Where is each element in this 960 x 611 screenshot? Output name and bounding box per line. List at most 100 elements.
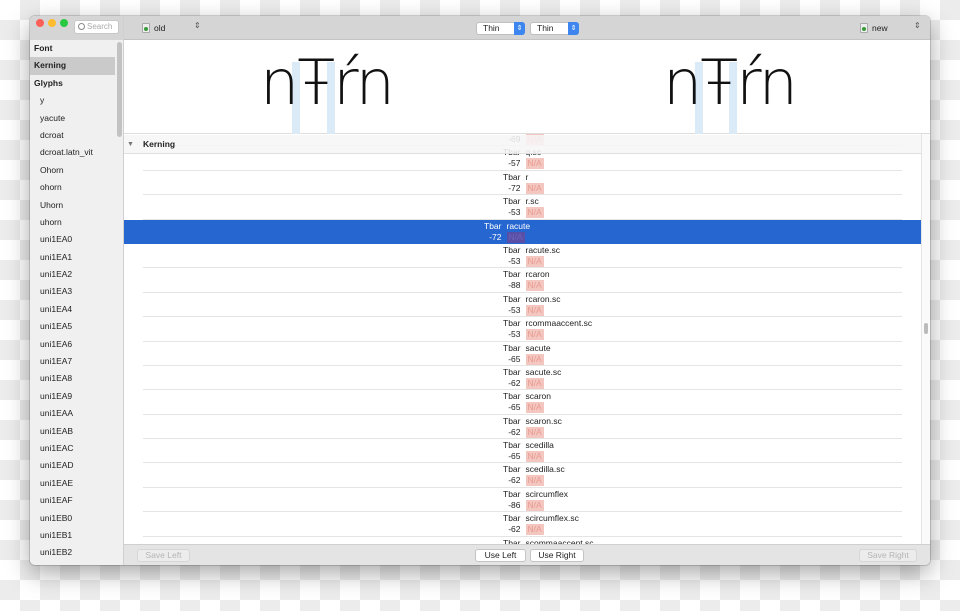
- sidebar-item[interactable]: uhorn: [30, 214, 123, 231]
- sidebar-item[interactable]: uni1EB2: [30, 544, 123, 561]
- pair-left-glyph: Tbar: [503, 366, 521, 377]
- updown-chevron-icon[interactable]: ⇕: [914, 21, 921, 30]
- sidebar-item[interactable]: uni1EA4: [30, 301, 123, 318]
- document-icon: [142, 23, 150, 33]
- left-style-popup[interactable]: Thin ⇕: [476, 22, 525, 35]
- sidebar-item[interactable]: uni1EAD: [30, 457, 123, 474]
- kerning-section-header[interactable]: ▼ Kerning: [124, 135, 921, 154]
- kerning-row[interactable]: Tbar sacute -65 N/A: [143, 342, 902, 366]
- kern-value: -62: [508, 377, 521, 388]
- kern-value: -65: [508, 451, 521, 462]
- sidebar-item[interactable]: uni1EB0: [30, 510, 123, 527]
- pair-right-glyph: sacute.sc: [525, 366, 562, 377]
- na-badge: N/A: [525, 304, 544, 316]
- sidebar-item[interactable]: Uhorn: [30, 197, 123, 214]
- sidebar-item[interactable]: Glyphs: [30, 75, 123, 92]
- sidebar-item[interactable]: uni1EA3: [30, 283, 123, 300]
- pair-right-glyph: sacute: [525, 342, 551, 353]
- sidebar-item[interactable]: uni1EAB: [30, 423, 123, 440]
- sidebar-item[interactable]: uni1EA0: [30, 231, 123, 248]
- na-badge: N/A: [525, 377, 544, 389]
- pair-left-glyph: Tbar: [503, 244, 521, 255]
- sidebar-item[interactable]: yacute: [30, 110, 123, 127]
- kerning-row[interactable]: Tbar rcaron.sc -53 N/A: [143, 293, 902, 318]
- left-document-select[interactable]: old: [142, 21, 165, 35]
- sidebar-item[interactable]: Font: [30, 40, 123, 57]
- kerning-row[interactable]: Tbar sacute.sc -62 N/A: [143, 366, 902, 391]
- pair-left-glyph: Tbar: [503, 269, 521, 280]
- kerning-row[interactable]: Tbar scedilla -65 N/A: [143, 439, 902, 464]
- sidebar-item[interactable]: uni1EA9: [30, 388, 123, 405]
- na-badge: N/A: [525, 475, 544, 487]
- sidebar-item[interactable]: dcroat.latn_vit: [30, 144, 123, 161]
- kern-value: -53: [508, 207, 521, 218]
- sidebar-item[interactable]: ohorn: [30, 179, 123, 196]
- section-label: Kerning: [143, 139, 176, 149]
- sidebar-item[interactable]: uni1EA6: [30, 336, 123, 353]
- sidebar-item[interactable]: Kerning: [30, 57, 115, 75]
- pair-left-glyph: Tbar: [503, 415, 521, 426]
- kerning-row[interactable]: Tbar r -72 N/A: [143, 171, 902, 196]
- search-input[interactable]: Search: [74, 20, 119, 34]
- kerning-row[interactable]: Tbar rcaron -88 N/A: [143, 268, 902, 293]
- sidebar-item[interactable]: uni1EA8: [30, 370, 123, 387]
- sidebar-item[interactable]: uni1EA7: [30, 353, 123, 370]
- sidebar-item[interactable]: uni1EAF: [30, 492, 123, 509]
- right-style-label: Thin: [537, 23, 554, 33]
- save-right-button[interactable]: Save Right: [859, 549, 917, 562]
- pair-right-glyph: racute: [506, 220, 531, 231]
- updown-chevron-icon[interactable]: ⇕: [194, 21, 201, 30]
- sidebar-item[interactable]: Ohorn: [30, 162, 123, 179]
- kern-value: -62: [508, 426, 521, 437]
- sidebar-titlebar: Search: [30, 16, 123, 40]
- pair-right-glyph: r: [525, 171, 529, 182]
- use-left-button[interactable]: Use Left: [475, 549, 526, 562]
- sidebar-item[interactable]: uni1EB1: [30, 527, 123, 544]
- kerning-row[interactable]: Tbar scommaaccent.sc: [143, 537, 902, 544]
- kerning-row[interactable]: Tbar r.sc -53 N/A: [143, 195, 902, 220]
- kerning-row[interactable]: Tbar racute -72 N/A: [124, 219, 921, 244]
- disclosure-triangle-icon[interactable]: ▼: [127, 135, 134, 154]
- pair-left-glyph: Tbar: [503, 293, 521, 304]
- kerning-row[interactable]: Tbar scaron -65 N/A: [143, 390, 902, 415]
- na-badge: N/A: [525, 255, 544, 267]
- pair-right-glyph: scircumflex.sc: [525, 513, 579, 524]
- na-badge: N/A: [525, 329, 544, 341]
- close-button[interactable]: [36, 19, 44, 27]
- sidebar-item[interactable]: uni1EAE: [30, 475, 123, 492]
- sidebar-item[interactable]: uni1EAA: [30, 405, 123, 422]
- sidebar-item[interactable]: uni1EA2: [30, 266, 123, 283]
- sidebar-scrollbar[interactable]: [117, 42, 122, 137]
- use-right-button[interactable]: Use Right: [530, 549, 584, 562]
- app-window: Search Font Kerning Glyphs y yacute dcroat dcr…: [30, 16, 930, 565]
- minimize-button[interactable]: [48, 19, 56, 27]
- kern-value: -65: [508, 402, 521, 413]
- scroll-thumb[interactable]: [924, 323, 928, 334]
- right-document-select[interactable]: new: [860, 21, 888, 35]
- pair-left-glyph: Tbar: [503, 391, 521, 402]
- footer-bar: Save Left Use Left Use Right Save Right: [124, 544, 930, 565]
- list-scrollbar[interactable]: [921, 134, 930, 544]
- kerning-row[interactable]: Tbar scircumflex -86 N/A: [143, 488, 902, 513]
- pair-left-glyph: Tbar: [503, 196, 521, 207]
- kerning-row[interactable]: Tbar scaron.sc -62 N/A: [143, 415, 902, 440]
- sidebar-item[interactable]: uni1EA5: [30, 318, 123, 335]
- kern-value: -72: [489, 231, 502, 242]
- right-document-label: new: [872, 23, 888, 33]
- toolbar: old ⇕ Thin ⇕ Thin ⇕ new ⇕: [124, 16, 930, 40]
- kerning-row[interactable]: Tbar racute.sc -53 N/A: [143, 244, 902, 269]
- kern-value: -57: [508, 158, 521, 169]
- pair-right-glyph: rcommaaccent.sc: [525, 318, 593, 329]
- kerning-row[interactable]: Tbar scircumflex.sc -62 N/A: [143, 512, 902, 537]
- kerning-row[interactable]: Tbar scedilla.sc -62 N/A: [143, 463, 902, 488]
- zoom-button[interactable]: [60, 19, 68, 27]
- kern-value: -62: [508, 524, 521, 535]
- kerning-row[interactable]: Tbar rcommaaccent.sc -53 N/A: [143, 317, 902, 342]
- sidebar-item[interactable]: uni1EAC: [30, 440, 123, 457]
- sidebar-item[interactable]: uni1EA1: [30, 249, 123, 266]
- document-icon: [860, 23, 868, 33]
- save-left-button[interactable]: Save Left: [137, 549, 190, 562]
- sidebar-item[interactable]: y: [30, 92, 123, 109]
- sidebar-item[interactable]: dcroat: [30, 127, 123, 144]
- right-style-popup[interactable]: Thin ⇕: [530, 22, 579, 35]
